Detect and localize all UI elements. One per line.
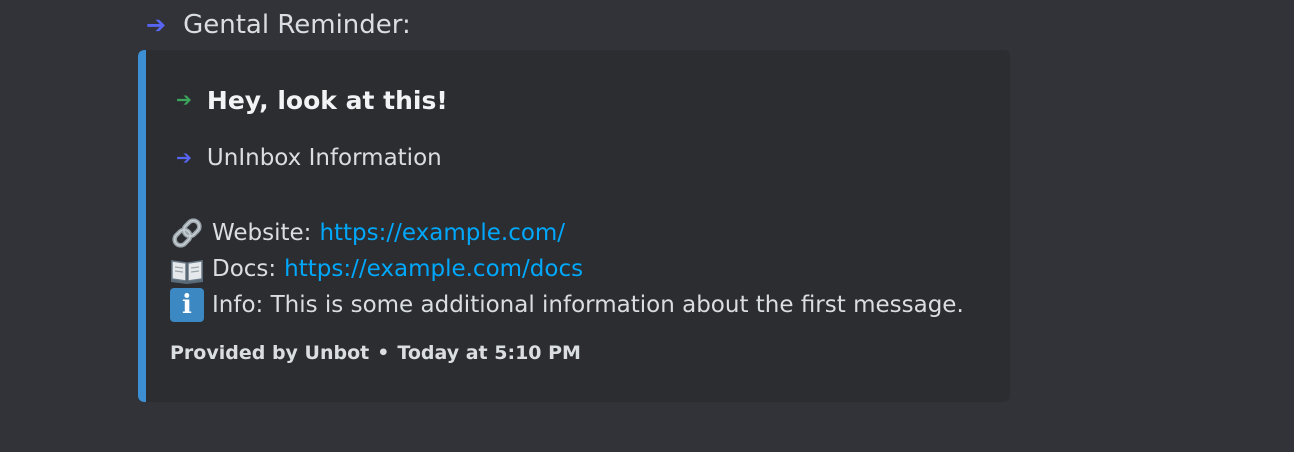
embed-footer: Provided by Unbot • Today at 5:10 PM <box>170 342 581 364</box>
arrow-right-icon: ➔ <box>176 146 192 169</box>
website-field: Website: https://example.com/ <box>170 216 565 250</box>
arrow-right-icon: ➔ <box>146 11 167 39</box>
open-book-icon <box>170 252 204 286</box>
footer-provider: Provided by Unbot <box>170 342 370 364</box>
website-link[interactable]: https://example.com/ <box>319 220 565 246</box>
embed-subtitle-text: UnInbox Information <box>206 145 442 171</box>
docs-label: Docs: <box>212 256 277 282</box>
website-label: Website: <box>212 220 312 246</box>
embed-subtitle: ➔ UnInbox Information <box>176 145 442 171</box>
info-field: i Info: This is some additional informat… <box>170 288 964 322</box>
embed-accent-bar <box>138 50 146 402</box>
footer-separator: • <box>377 342 390 364</box>
message-header: ➔ Gental Reminder: <box>146 8 411 42</box>
info-text: Info: This is some additional informatio… <box>212 292 964 318</box>
link-icon <box>170 216 204 250</box>
embed-title: ➔ Hey, look at this! <box>176 86 448 115</box>
embed-card: ➔ Hey, look at this! ➔ UnInbox Informati… <box>138 50 1010 402</box>
docs-link[interactable]: https://example.com/docs <box>284 256 583 282</box>
embed-title-text: Hey, look at this! <box>206 86 448 115</box>
footer-timestamp: Today at 5:10 PM <box>397 342 581 364</box>
arrow-right-icon: ➔ <box>176 89 192 111</box>
info-icon: i <box>170 288 204 322</box>
docs-field: Docs: https://example.com/docs <box>170 252 583 286</box>
message-header-text: Gental Reminder: <box>183 10 411 40</box>
bot-message: ➔ Gental Reminder: ➔ Hey, look at this! … <box>0 0 1294 452</box>
